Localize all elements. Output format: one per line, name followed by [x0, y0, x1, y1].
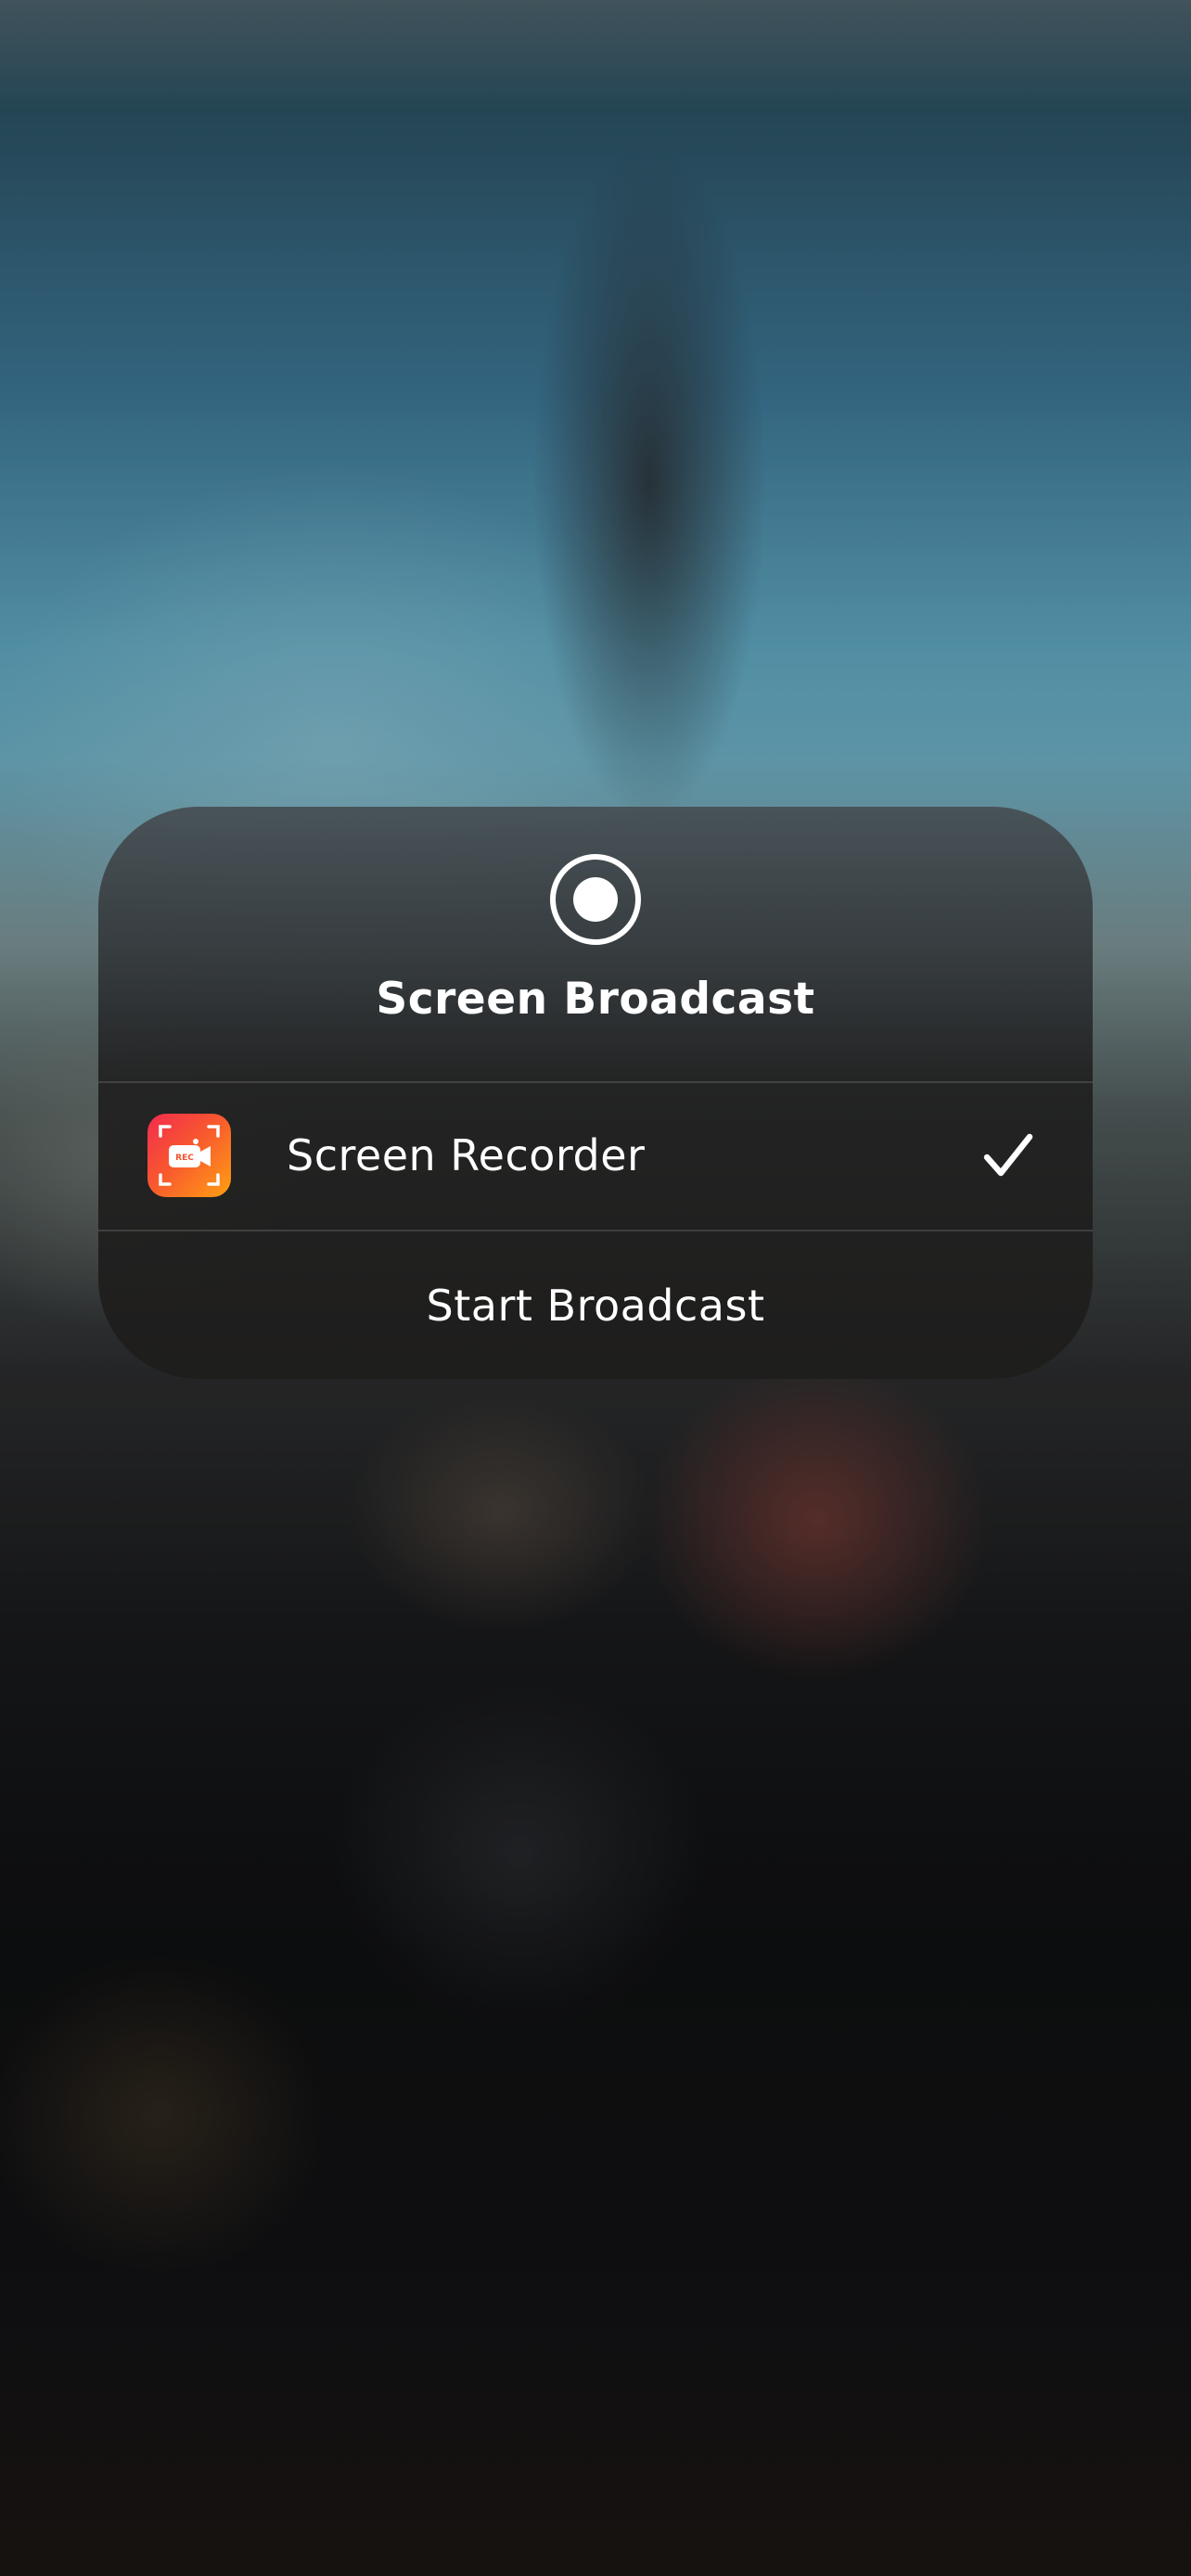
checkmark-icon [983, 1133, 1033, 1177]
svg-text:REC: REC [175, 1154, 194, 1163]
record-icon [550, 854, 641, 945]
sheet-header: Screen Broadcast [98, 807, 1093, 1081]
screen-broadcast-sheet: Screen Broadcast REC Screen Recorder Sta… [98, 807, 1093, 1379]
app-row-screen-recorder[interactable]: REC Screen Recorder [98, 1083, 1093, 1230]
screen-recorder-app-icon: REC [147, 1114, 231, 1197]
start-broadcast-label: Start Broadcast [426, 1281, 765, 1331]
rec-label: REC [175, 1154, 194, 1163]
app-name: Screen Recorder [287, 1130, 646, 1180]
start-broadcast-button[interactable]: Start Broadcast [98, 1231, 1093, 1379]
sheet-title: Screen Broadcast [376, 974, 815, 1025]
screen: Screen Broadcast REC Screen Recorder Sta… [0, 0, 1191, 2576]
